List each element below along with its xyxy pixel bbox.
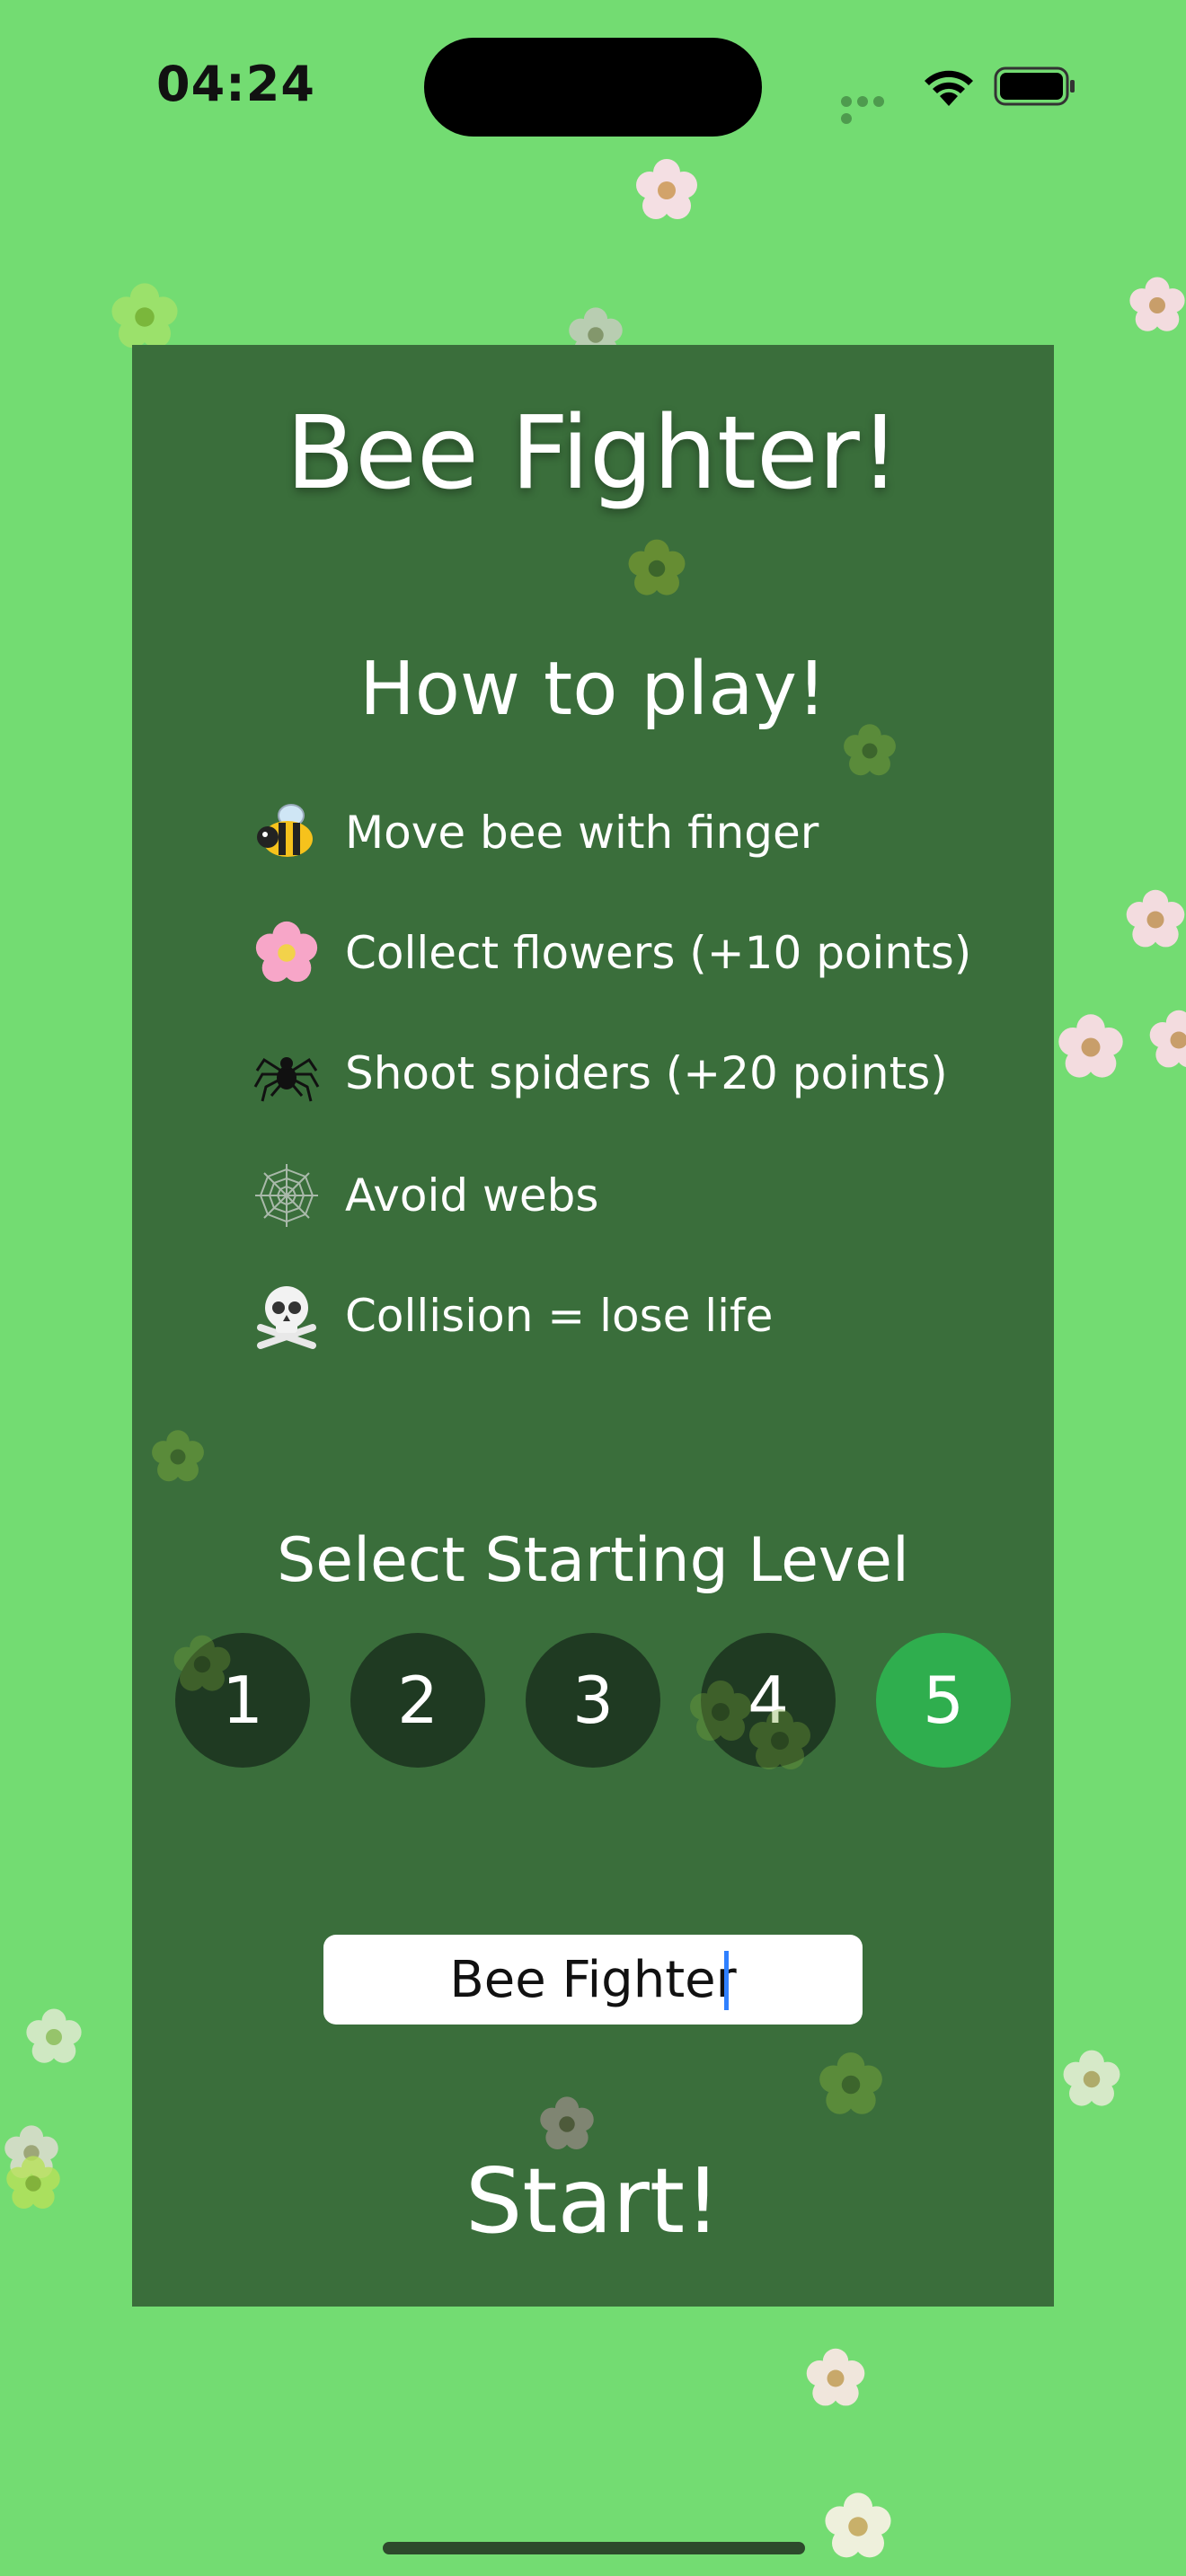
rule-text: Collect flowers (+10 points)	[345, 927, 972, 979]
level-5-button[interactable]: 5	[876, 1633, 1011, 1768]
rule-shoot-spiders: Shoot spiders (+20 points)	[252, 1033, 1060, 1114]
battery-icon	[994, 66, 1076, 106]
skull-icon	[252, 1281, 322, 1351]
flower-icon	[1058, 2046, 1125, 2113]
flower-icon	[819, 2488, 897, 2565]
status-time: 04:24	[156, 56, 315, 112]
signal-dots-icon	[841, 93, 902, 124]
rule-collision: Collision = lose life	[252, 1275, 1060, 1356]
spider-icon	[252, 1038, 322, 1108]
flower-icon	[744, 1705, 816, 1777]
how-to-play-heading: How to play!	[359, 647, 827, 732]
flower-icon	[624, 535, 690, 602]
rule-text: Move bee with finger	[345, 807, 819, 859]
rule-text: Avoid webs	[345, 1169, 599, 1222]
flower-icon	[535, 2093, 598, 2156]
flower-icon	[631, 154, 703, 226]
flower-icon	[252, 918, 322, 988]
dynamic-island	[424, 38, 762, 137]
text-cursor	[724, 1951, 729, 2010]
rule-collect-flowers: Collect flowers (+10 points)	[252, 913, 1060, 993]
game-title: Bee Fighter!	[286, 395, 900, 512]
bee-icon	[252, 798, 322, 868]
flower-icon	[1125, 273, 1186, 338]
flower-icon	[22, 2005, 86, 2069]
rule-text: Shoot spiders (+20 points)	[345, 1047, 948, 1099]
wifi-icon	[922, 65, 976, 108]
rule-move-bee: Move bee with finger	[252, 792, 1060, 873]
start-button[interactable]: Start!	[0, 2148, 1186, 2254]
flower-icon	[1121, 886, 1186, 954]
flower-icon	[814, 2048, 888, 2122]
flower-icon	[1145, 1006, 1186, 1074]
player-name-input[interactable]	[323, 1935, 863, 2025]
rule-avoid-webs: Avoid webs	[252, 1155, 1060, 1236]
flower-icon	[1053, 1010, 1128, 1085]
level-3-button[interactable]: 3	[526, 1633, 660, 1768]
flower-icon	[147, 1426, 208, 1487]
level-2-button[interactable]: 2	[350, 1633, 485, 1768]
home-indicator[interactable]	[383, 2542, 805, 2554]
flower-icon	[801, 2344, 870, 2413]
flower-icon	[169, 1631, 235, 1698]
rule-text: Collision = lose life	[345, 1290, 774, 1342]
level-select-heading: Select Starting Level	[277, 1525, 909, 1596]
web-icon	[252, 1160, 322, 1231]
